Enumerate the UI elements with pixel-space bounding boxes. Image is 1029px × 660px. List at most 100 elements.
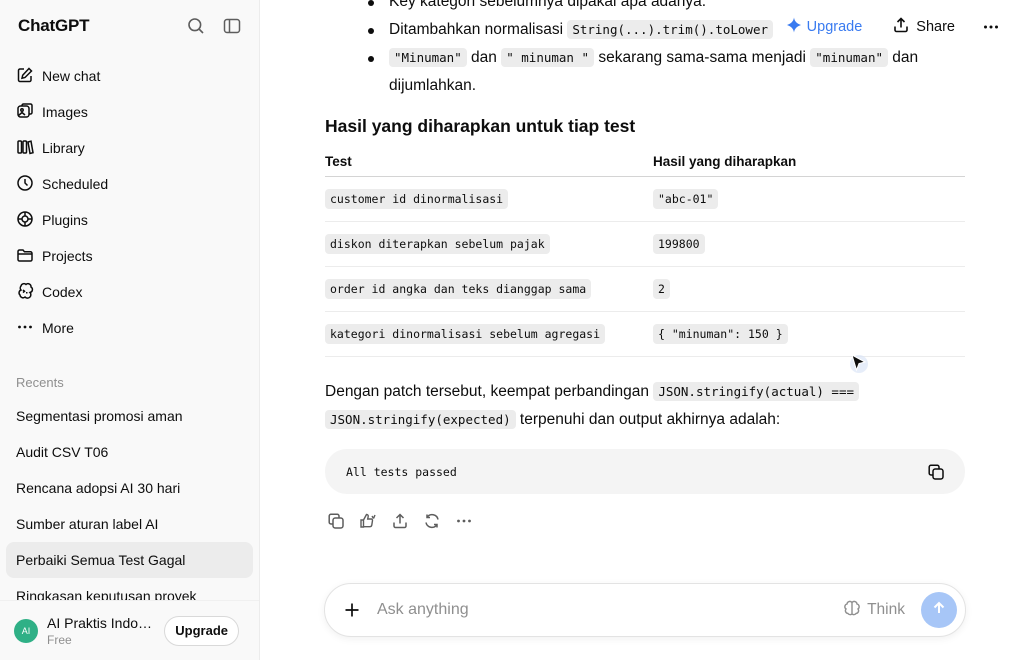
- table-row: order id angka dan teks dianggap sama 2: [325, 266, 965, 312]
- share-button[interactable]: Share: [882, 11, 965, 43]
- composer: Think: [324, 583, 966, 637]
- sidebar-toggle-icon[interactable]: [221, 15, 243, 37]
- table-cell: kategori dinormalisasi sebelum agregasi: [325, 311, 653, 357]
- library-icon: [16, 138, 34, 159]
- recent-chat-item[interactable]: Audit CSV T06: [6, 434, 253, 470]
- sidebar-item-library[interactable]: Library: [6, 130, 253, 166]
- send-button[interactable]: [921, 592, 957, 628]
- sidebar-item-projects[interactable]: Projects: [6, 238, 253, 274]
- bullet-text: sekarang sama-sama menjadi: [594, 49, 811, 66]
- bullet-text: Key kategori sebelumnya dipakai apa adan…: [389, 0, 707, 10]
- sidebar-item-label: More: [42, 320, 74, 336]
- inline-code: order id angka dan teks dianggap sama: [325, 278, 592, 299]
- section-heading: Hasil yang diharapkan untuk tiap test: [325, 116, 636, 136]
- sidebar-item-label: Scheduled: [42, 176, 109, 192]
- sidebar-upgrade-button[interactable]: Upgrade: [164, 615, 239, 646]
- recent-chat-item[interactable]: Sumber aturan label AI: [6, 506, 253, 542]
- inline-code: JSON.stringify(actual) ===: [653, 382, 859, 401]
- inline-code: "abc-01": [653, 188, 719, 209]
- inline-code: String(...).trim().toLower: [567, 20, 773, 39]
- avatar[interactable]: AI: [14, 618, 38, 643]
- sidebar-item-images[interactable]: Images: [6, 94, 253, 130]
- sparkle-icon: [785, 16, 803, 38]
- search-icon[interactable]: [185, 15, 207, 37]
- sidebar-item-label: Codex: [42, 284, 83, 300]
- paragraph-text: Dengan patch tersebut, keempat perbandin…: [325, 383, 654, 400]
- sidebar-item-scheduled[interactable]: Scheduled: [6, 166, 253, 202]
- recents-heading: Recents: [16, 374, 64, 390]
- images-icon: [16, 102, 34, 123]
- inline-code: "Minuman": [389, 48, 467, 67]
- inline-code: " minuman ": [501, 48, 595, 67]
- arrow-up-icon: [931, 600, 947, 621]
- list-item: "Minuman" dan " minuman " sekarang sama-…: [325, 44, 965, 100]
- table-header-cell: Test: [325, 148, 653, 177]
- inline-code: "minuman": [810, 48, 888, 67]
- table-cell: diskon diterapkan sebelum pajak: [325, 221, 653, 267]
- plugins-icon: [16, 210, 34, 231]
- paragraph-text: terpenuhi dan output akhirnya adalah:: [515, 411, 781, 428]
- sidebar-item-more[interactable]: More: [6, 310, 253, 346]
- recent-chat-item-active[interactable]: Perbaiki Semua Test Gagal: [6, 542, 253, 578]
- copy-code-icon[interactable]: [925, 461, 947, 483]
- app-window: ChatGPT New chat Images Library Schedule…: [0, 0, 1029, 660]
- table-cell: order id angka dan teks dianggap sama: [325, 266, 653, 312]
- recent-chat-item[interactable]: Rencana adopsi AI 30 hari: [6, 470, 253, 506]
- table-cell: customer id dinormalisasi: [325, 176, 653, 222]
- user-info[interactable]: AI Praktis Indon... Free: [47, 615, 155, 647]
- recent-chat-item[interactable]: Segmentasi promosi aman: [6, 398, 253, 434]
- prompt-input[interactable]: [377, 601, 844, 619]
- results-table: Test Hasil yang diharapkan customer id d…: [325, 148, 965, 357]
- share-upload-icon[interactable]: [389, 510, 411, 532]
- clock-icon: [16, 174, 34, 195]
- upgrade-label: Upgrade: [806, 19, 863, 35]
- user-account-bar: AI AI Praktis Indon... Free Upgrade: [0, 600, 259, 660]
- copy-icon[interactable]: [325, 510, 347, 532]
- feedback-thumbs-icon[interactable]: [357, 510, 379, 532]
- bullet-text: Ditambahkan normalisasi: [389, 21, 568, 38]
- brain-icon: [843, 599, 861, 622]
- chat-main: Key kategori sebelumnya dipakai apa adan…: [260, 0, 1029, 660]
- recents-list: Segmentasi promosi aman Audit CSV T06 Re…: [0, 392, 259, 614]
- summary-paragraph: Dengan patch tersebut, keempat perbandin…: [325, 378, 965, 434]
- table-cell: 2: [653, 266, 965, 312]
- inline-code: 199800: [653, 233, 705, 254]
- regenerate-icon[interactable]: [421, 510, 443, 532]
- sidebar-item-label: Images: [42, 104, 88, 120]
- user-plan: Free: [47, 632, 72, 647]
- more-options-icon[interactable]: [453, 510, 475, 532]
- sidebar-item-label: Projects: [42, 248, 93, 264]
- code-output-text: All tests passed: [346, 464, 457, 479]
- think-toggle[interactable]: Think: [843, 599, 905, 622]
- sidebar-item-plugins[interactable]: Plugins: [6, 202, 253, 238]
- table-row: diskon diterapkan sebelum pajak 199800: [325, 221, 965, 267]
- table-header-row: Test Hasil yang diharapkan: [325, 148, 965, 177]
- mouse-cursor-icon: [850, 353, 868, 373]
- sidebar-item-new-chat[interactable]: New chat: [6, 58, 253, 94]
- share-icon: [892, 16, 910, 38]
- sidebar-nav: New chat Images Library Scheduled Plugin…: [0, 52, 259, 346]
- table-header-cell: Hasil yang diharapkan: [653, 148, 965, 177]
- inline-code: { "minuman": 150 }: [653, 323, 788, 344]
- inline-code: JSON.stringify(expected): [325, 410, 516, 429]
- user-name: AI Praktis Indon...: [47, 614, 156, 631]
- message-actions: [325, 510, 475, 532]
- table-row: kategori dinormalisasi sebelum agregasi …: [325, 311, 965, 357]
- brand-title[interactable]: ChatGPT: [18, 16, 90, 36]
- table-cell: "abc-01": [653, 176, 965, 222]
- table-cell: { "minuman": 150 }: [653, 311, 965, 357]
- sidebar-item-label: Library: [42, 140, 85, 156]
- more-options-icon[interactable]: [975, 11, 1007, 43]
- more-dots-icon: [16, 318, 34, 339]
- table-cell: 199800: [653, 221, 965, 267]
- table-row: customer id dinormalisasi "abc-01": [325, 176, 965, 222]
- plus-icon[interactable]: [341, 599, 363, 621]
- header-upgrade-button[interactable]: Upgrade: [774, 11, 873, 43]
- codex-icon: [16, 282, 34, 303]
- inline-code: kategori dinormalisasi sebelum agregasi: [325, 323, 606, 344]
- sidebar-item-label: New chat: [42, 68, 101, 84]
- sidebar-item-codex[interactable]: Codex: [6, 274, 253, 310]
- folder-icon: [16, 246, 34, 267]
- output-code-block: All tests passed: [325, 449, 965, 494]
- sidebar-item-label: Plugins: [42, 212, 88, 228]
